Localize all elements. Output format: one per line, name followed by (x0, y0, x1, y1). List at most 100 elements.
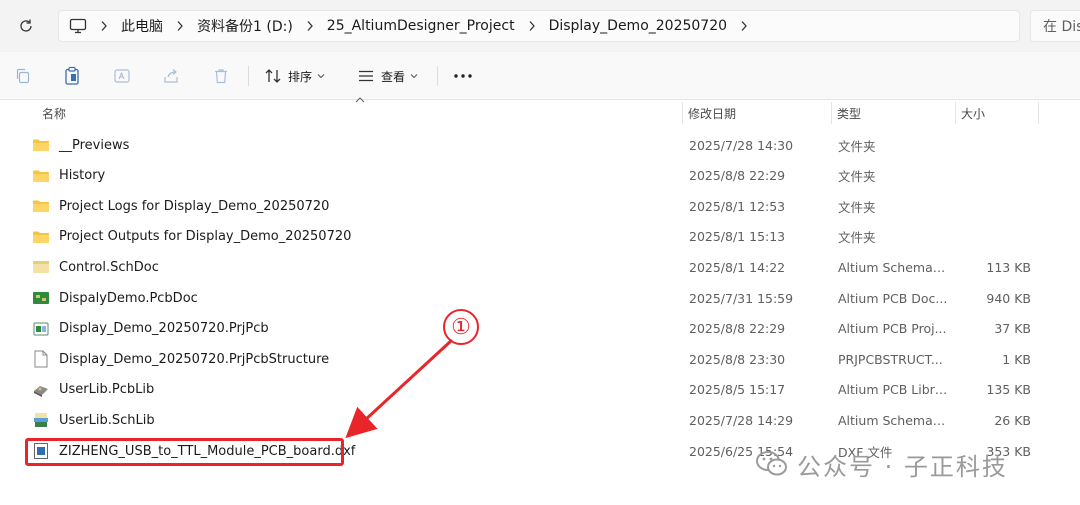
breadcrumb-item-this-pc[interactable]: 此电脑 (121, 11, 163, 41)
view-button[interactable]: 查看 (357, 64, 418, 88)
file-name-cell: Project Logs for Display_Demo_20250720 (26, 191, 666, 221)
breadcrumb-this-pc-icon-seg[interactable] (69, 11, 87, 41)
file-row[interactable]: UserLib.SchLib 2025/7/28 14:29 Altium Sche… (26, 405, 1038, 435)
file-name: DispalyDemo.PcbDoc (59, 290, 198, 306)
chevron-right-icon[interactable] (727, 20, 761, 32)
file-name-cell: History (26, 161, 666, 191)
file-date: 2025/8/1 14:22 (689, 259, 786, 275)
breadcrumb-label: 此电脑 (121, 19, 163, 35)
file-name: __Previews (59, 137, 130, 153)
file-row[interactable]: UserLib.PcbLib 2025/8/5 15:17 Altium PCB L… (26, 375, 1038, 405)
highlight-box (25, 438, 344, 466)
chevron-down-icon (410, 74, 418, 79)
column-header-label: 修改日期 (688, 106, 737, 121)
file-row[interactable]: Display_Demo_20250720.PrjPcb 2025/8/8 22:… (26, 314, 1038, 344)
search-input[interactable]: 在 Dis (1030, 10, 1080, 42)
file-date: 2025/8/1 12:53 (689, 198, 786, 214)
file-type: Altium Schemati... (838, 412, 950, 428)
chevron-right-icon[interactable] (87, 20, 121, 32)
breadcrumb-label: 25_AltiumDesigner_Project (326, 18, 515, 34)
breadcrumb-label: 资料备份1 (D:) (197, 19, 293, 35)
column-header-size[interactable]: 大小 (955, 100, 1037, 126)
folder-icon (32, 136, 50, 154)
column-header-label: 类型 (837, 106, 862, 121)
address-bar[interactable]: 此电脑 资料备份1 (D:) 25_AltiumDesigner_Project… (58, 10, 1020, 42)
breadcrumb-item-current[interactable]: Display_Demo_20250720 (549, 11, 727, 41)
annotation-number-badge: ① (443, 309, 479, 345)
search-placeholder: 在 Dis (1043, 19, 1080, 35)
file-name-cell: Project Outputs for Display_Demo_2025072… (26, 222, 666, 252)
view-label: 查看 (381, 69, 406, 84)
file-type: Altium PCB Libra... (838, 382, 950, 398)
sort-button[interactable]: 排序 (264, 64, 325, 88)
file-type: Altium PCB Proj... (838, 321, 947, 337)
breadcrumb-item-project[interactable]: 25_AltiumDesigner_Project (327, 11, 515, 41)
file-name: History (59, 168, 106, 184)
chevron-right-icon[interactable] (515, 20, 549, 32)
schdoc-icon (32, 258, 50, 276)
file-row[interactable]: Project Logs for Display_Demo_20250720 20… (26, 191, 1038, 221)
breadcrumb-item-drive[interactable]: 资料备份1 (D:) (197, 11, 293, 41)
address-bar-row: 此电脑 资料备份1 (D:) 25_AltiumDesigner_Project… (0, 0, 1080, 52)
chevron-right-icon[interactable] (163, 20, 197, 32)
pcbdoc-icon (32, 289, 50, 307)
file-row[interactable]: DispalyDemo.PcbDoc 2025/7/31 15:59 Altium … (26, 283, 1038, 313)
toolbar-divider (248, 66, 249, 86)
file-name: Display_Demo_20250720.PrjPcbStructure (59, 351, 330, 367)
delete-button[interactable] (212, 64, 230, 88)
rename-button[interactable] (113, 64, 131, 88)
refresh-icon (20, 19, 32, 32)
file-name: Project Outputs for Display_Demo_2025072… (59, 229, 352, 245)
file-date: 2025/7/28 14:29 (689, 412, 794, 428)
file-name: Control.SchDoc (59, 259, 159, 275)
trash-icon (215, 69, 227, 84)
file-date: 2025/8/1 15:13 (689, 229, 786, 245)
file-name-cell: Control.SchDoc (26, 252, 666, 282)
rename-icon (114, 69, 130, 83)
copy-icon (16, 68, 30, 84)
more-options-button[interactable] (453, 64, 473, 88)
file-size: 940 KB (986, 290, 1031, 306)
file-name-cell: Display_Demo_20250720.PrjPcbStructure (26, 344, 666, 374)
file-row[interactable]: Project Outputs for Display_Demo_2025072… (26, 222, 1038, 252)
schlib-icon (32, 411, 50, 429)
file-type: Altium Schemati... (838, 259, 950, 275)
blank-file-icon (32, 350, 50, 368)
file-date: 2025/8/8 22:29 (689, 321, 786, 337)
file-row[interactable]: Display_Demo_20250720.PrjPcbStructure 202… (26, 344, 1038, 374)
refresh-button[interactable] (14, 14, 38, 38)
file-name: UserLib.SchLib (59, 412, 155, 428)
file-name-cell: DispalyDemo.PcbDoc (26, 283, 666, 313)
file-size: 113 KB (986, 259, 1031, 275)
column-header-type[interactable]: 类型 (831, 100, 954, 126)
clipboard-icon (65, 66, 79, 85)
toolbar-divider (437, 66, 438, 86)
share-button[interactable] (162, 64, 180, 88)
chevron-down-icon (317, 74, 325, 79)
file-size: 26 KB (994, 412, 1031, 428)
sort-icon (265, 69, 281, 83)
column-header-row: 名称 修改日期 类型 大小 (0, 100, 1080, 126)
view-list-icon (359, 70, 373, 82)
paste-button[interactable] (63, 64, 81, 88)
file-type: 文件夹 (838, 230, 876, 246)
file-date: 2025/7/28 14:30 (689, 137, 794, 153)
file-row[interactable]: __Previews 2025/7/28 14:30 文件夹 (26, 130, 1038, 160)
folder-icon (32, 167, 50, 185)
command-toolbar: 排序 查看 (0, 52, 1080, 100)
file-date: 2025/8/8 22:29 (689, 168, 786, 184)
share-icon (164, 69, 178, 83)
column-header-name[interactable]: 名称 (36, 100, 676, 126)
column-header-label: 大小 (961, 106, 986, 121)
column-header-label: 名称 (42, 106, 67, 121)
column-header-date[interactable]: 修改日期 (682, 100, 830, 126)
copy-button[interactable] (14, 64, 32, 88)
breadcrumb-label: Display_Demo_20250720 (548, 18, 728, 34)
chevron-right-icon[interactable] (293, 20, 327, 32)
ellipsis-icon (454, 74, 472, 78)
column-divider[interactable] (1038, 102, 1039, 124)
file-row[interactable]: History 2025/8/8 22:29 文件夹 (26, 161, 1038, 191)
file-row[interactable]: Control.SchDoc 2025/8/1 14:22 Altium Schem… (26, 252, 1038, 282)
file-size: 1 KB (1002, 351, 1031, 367)
file-size: 37 KB (994, 321, 1031, 337)
